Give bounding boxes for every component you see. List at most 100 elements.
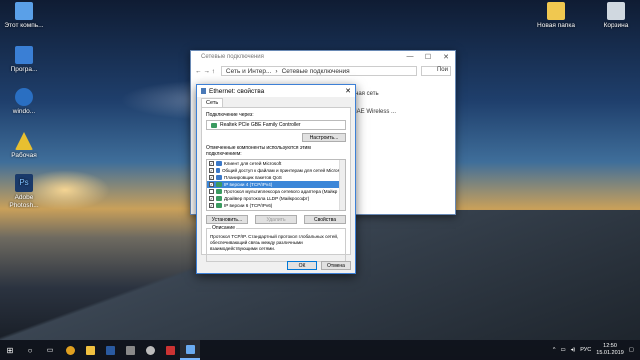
component-checkbox[interactable]: ✓ [209,175,214,180]
taskbar-media[interactable] [120,340,140,360]
component-row[interactable]: ✓ Клиент для сетей Microsoft [207,160,345,167]
search-input[interactable]: Пои [421,66,451,76]
protocol-icon [216,182,222,187]
network-window-icon [185,344,195,354]
adapter-name: Realtek PCIe GBE Family Controller [220,122,301,128]
connection-item-label[interactable]: ная сеть [355,91,455,97]
cancel-button[interactable]: Отмена [321,261,351,270]
dialog-close-button[interactable]: ✕ [341,87,355,95]
configure-button[interactable]: Настроить... [302,133,346,142]
chevron-up-icon[interactable]: ^ [553,347,556,353]
component-label: Планировщик пакетов QoS [224,175,282,180]
back-icon[interactable]: ← [195,68,202,75]
start-icon: ⊞ [6,345,14,355]
component-checkbox[interactable]: ✓ [209,196,214,201]
warning-icon [15,132,33,150]
taskbar-network-window[interactable] [180,340,200,360]
search-icon: ○ [27,345,33,355]
install-button[interactable]: Установить... [206,215,248,224]
desktop-icon-new-folder[interactable]: Новая папка [532,2,580,30]
component-row[interactable]: ✓ Планировщик пакетов QoS [207,174,345,181]
desktop-icon-work[interactable]: Рабочая [0,132,48,160]
network-icon[interactable]: ▭ [560,347,565,353]
taskbar-settings[interactable] [140,340,160,360]
forward-icon[interactable]: → [203,68,210,75]
qos-icon [216,175,222,180]
adapter-field: Realtek PCIe GBE Family Controller [206,120,346,130]
chevron-right-icon: › [275,67,278,75]
tab-network[interactable]: Сеть [201,98,224,107]
network-card-icon [211,122,217,128]
breadcrumb-connections[interactable]: Сетевые подключения [282,68,350,75]
taskbar-file-explorer[interactable] [80,340,100,360]
desktop-icon-programs[interactable]: Програ... [0,46,48,74]
desktop-icon-photoshop[interactable]: Ps Adobe Photosh... [0,174,48,210]
taskbar-chrome[interactable] [60,340,80,360]
computer-icon [15,2,33,20]
desktop-icon-recycle-bin[interactable]: Корзина [592,2,640,30]
clock-time: 12:50 [603,343,617,349]
component-row[interactable]: Протокол мультиплексора сетевого адаптер… [207,188,345,195]
network-tab-pane: Подключение через: Realtek PCIe GBE Fami… [201,107,351,262]
protocol-icon [216,203,222,208]
taskbar-photoshop[interactable] [100,340,120,360]
system-tray: ^ ▭ ◂) РУС 12:50 15.01.2019 ▢ [553,343,640,357]
desktop-icon-this-pc[interactable]: Этот компь... [0,2,48,30]
photoshop-icon: Ps [15,174,33,192]
explorer-titlebar: Сетевые подключения — ☐ ✕ [191,51,455,63]
component-label: IP версии 4 (TCP/IPv4) [224,182,273,187]
address-bar-row: ← → ↑ Сеть и Интер... › Сетевые подключе… [191,65,455,77]
task-view-button[interactable]: ▭ [40,340,60,360]
language-indicator[interactable]: РУС [580,347,591,353]
component-checkbox[interactable]: ✓ [209,161,214,166]
up-icon[interactable]: ↑ [212,68,215,75]
ok-button[interactable]: ОК [287,261,317,270]
desktop-icon-label: Adobe Photosh... [9,194,39,209]
components-scrollbar[interactable] [339,160,345,210]
component-label: Общий доступ к файлам и принтерам для се… [221,168,345,173]
desktop-icon-label: Корзина [603,22,629,29]
remove-button[interactable]: Удалить [255,215,297,224]
settings-icon [145,345,155,355]
maximize-button[interactable]: ☐ [419,53,437,61]
photoshop-icon [105,345,115,355]
description-group: Описание Протокол TCP/IP. Стандартный пр… [206,225,346,262]
component-label: IP версии 6 (TCP/IPv6) [224,203,273,208]
component-checkbox[interactable]: ✓ [209,168,214,173]
component-label: Драйвер протокола LLDP (Майкрософт) [224,196,310,201]
breadcrumb-network[interactable]: Сеть и Интер... [226,68,272,75]
minimize-button[interactable]: — [401,53,419,61]
component-row[interactable]: ✓ Драйвер протокола LLDP (Майкрософт) [207,195,345,202]
connect-using-label: Подключение через: [206,112,254,118]
notifications-icon[interactable]: ▢ [629,347,634,353]
desktop-icon-label: windo... [12,108,36,115]
clock[interactable]: 12:50 15.01.2019 [596,343,624,357]
dialog-titlebar: Ethernet: свойства ✕ [197,85,355,97]
connection-item-label[interactable]: IAE Wireless ... [355,109,455,115]
taskbar: ⊞ ○ ▭ ^ ▭ ◂) РУС 12:50 15.01.2019 ▢ [0,340,640,360]
component-checkbox[interactable]: ✓ [209,203,214,208]
desktop-icon-label: Этот компь... [4,22,44,29]
close-button[interactable]: ✕ [437,53,455,61]
search-button[interactable]: ○ [20,340,40,360]
clock-date: 15.01.2019 [596,350,624,356]
dialog-title: Ethernet: свойства [209,87,265,95]
task-view-icon: ▭ [46,347,54,354]
component-checkbox[interactable] [209,189,214,194]
address-bar[interactable]: Сеть и Интер... › Сетевые подключения [220,66,417,76]
desktop-icon-label: Програ... [10,66,38,73]
component-row[interactable]: ✓ Общий доступ к файлам и принтерам для с… [207,167,345,174]
windows-icon [15,88,33,106]
start-button[interactable]: ⊞ [0,340,20,360]
component-row-selected[interactable]: ✓ IP версии 4 (TCP/IPv4) [207,181,345,188]
component-label: Протокол мультиплексора сетевого адаптер… [224,189,338,194]
component-row[interactable]: ✓ IP версии 6 (TCP/IPv6) [207,202,345,209]
components-list: ✓ Клиент для сетей Microsoft ✓ Общий досту… [206,159,346,211]
component-checkbox[interactable]: ✓ [209,182,214,187]
window-title: Сетевые подключения [201,54,264,60]
properties-button[interactable]: Свойства [304,215,346,224]
volume-icon[interactable]: ◂) [571,347,576,353]
desktop-icon-windows[interactable]: windo... [0,88,48,116]
client-icon [216,161,222,166]
taskbar-app[interactable] [160,340,180,360]
